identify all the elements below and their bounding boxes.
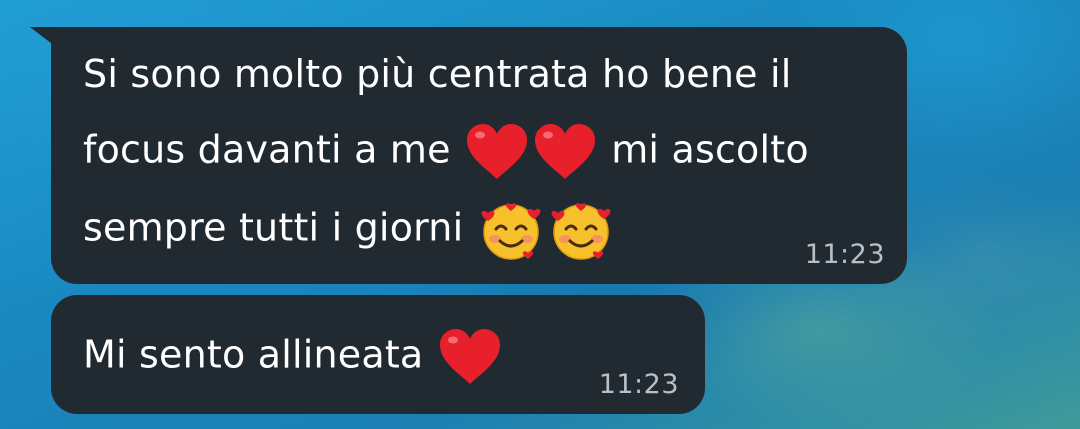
message-line: Si sono molto più centrata ho bene il (83, 52, 792, 96)
message-text: focus davanti a me (83, 127, 451, 172)
red-heart-icon (438, 328, 502, 386)
message-line: sempre tutti i giorni (83, 197, 616, 263)
red-heart-icon (533, 123, 597, 181)
smiling-face-with-hearts-icon (548, 197, 614, 263)
message-text: sempre tutti i giorni (83, 205, 464, 250)
smiling-face-with-hearts-icon (478, 197, 544, 263)
message-bubble[interactable]: Si sono molto più centrata ho bene il fo… (51, 27, 907, 284)
message-line: focus davanti a me mi ascolto (83, 123, 809, 181)
message-line: Mi sento allineata (83, 328, 504, 386)
red-heart-icon (465, 123, 529, 181)
message-bubble[interactable]: Mi sento allineata 11:23 (51, 295, 705, 414)
message-timestamp: 11:23 (598, 369, 679, 400)
message-text: Mi sento allineata (83, 332, 424, 377)
message-text: mi ascolto (611, 127, 809, 172)
message-timestamp: 11:23 (804, 239, 885, 270)
